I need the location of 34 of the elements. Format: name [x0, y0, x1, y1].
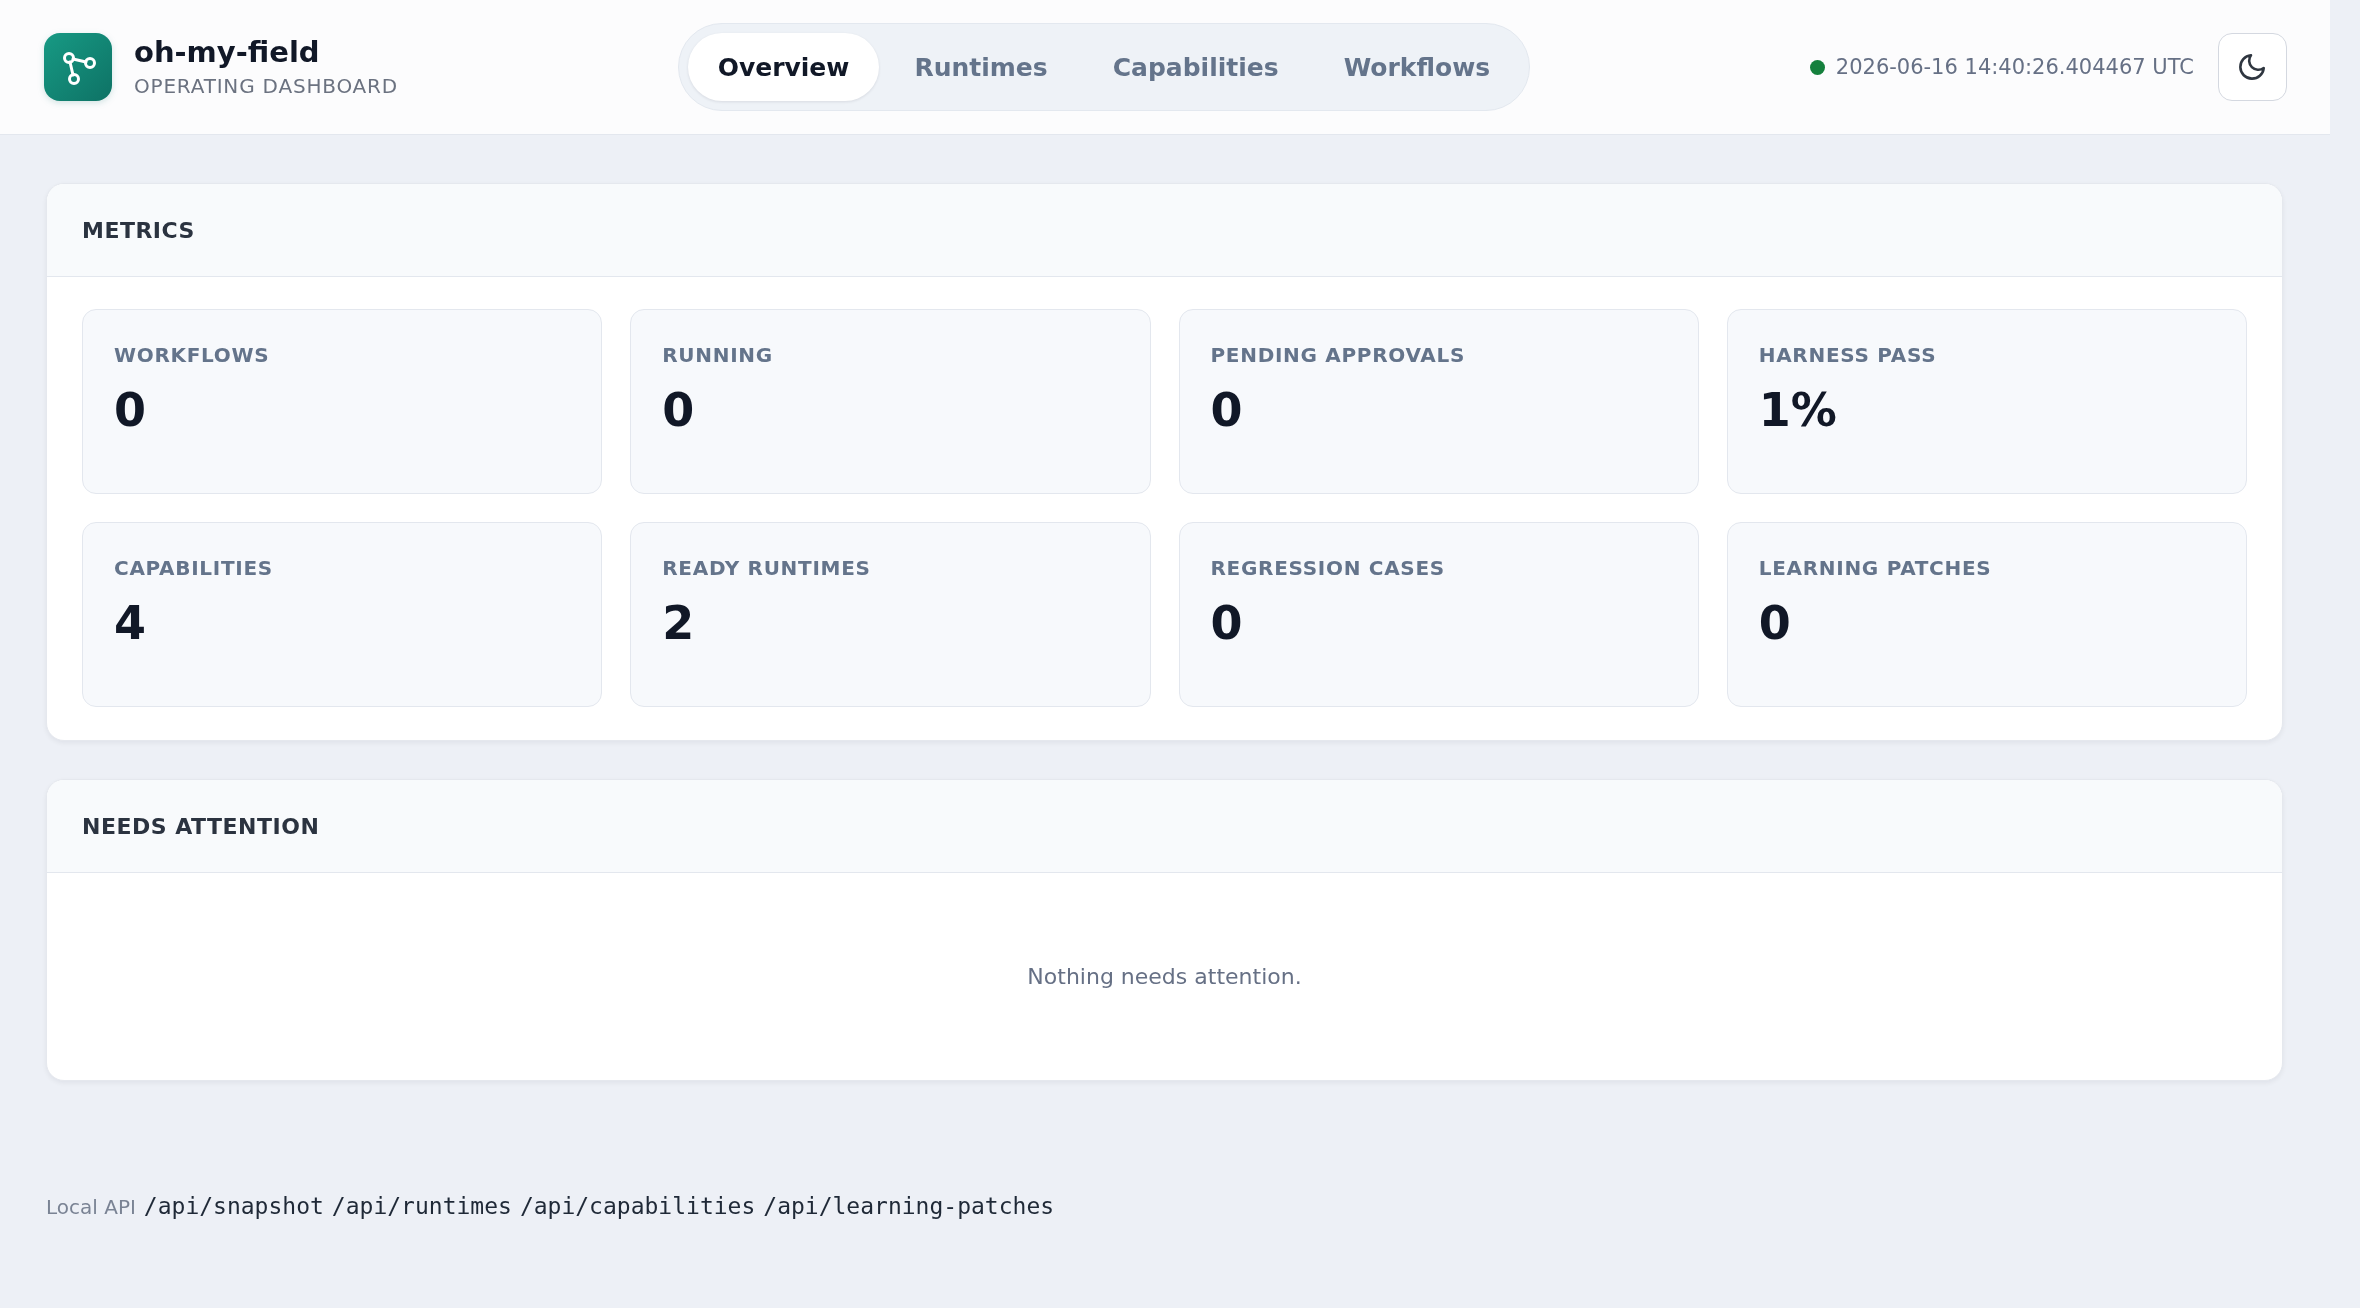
nav-tab[interactable]: Workflows — [1313, 33, 1521, 101]
metric-label: READY RUNTIMES — [662, 556, 871, 580]
app-subtitle: OPERATING DASHBOARD — [134, 73, 398, 98]
nav-tab[interactable]: Overview — [687, 33, 880, 101]
metric-label: WORKFLOWS — [114, 343, 270, 367]
api-path: /api/runtimes — [331, 1193, 512, 1219]
metric-label: REGRESSION CASES — [1210, 556, 1445, 580]
metric-value: 0 — [1210, 596, 1243, 652]
metric-value: 1% — [1758, 383, 1837, 439]
moon-icon — [2239, 54, 2266, 80]
panel-title: NEEDS ATTENTION — [82, 813, 320, 839]
nav-tab[interactable]: Runtimes — [884, 33, 1078, 101]
metric-value: 0 — [662, 383, 695, 439]
api-path: /api/snapshot — [143, 1193, 324, 1219]
metric-label: PENDING APPROVALS — [1210, 343, 1466, 367]
app-name: oh-my-field — [134, 36, 321, 70]
empty-message: Nothing needs attention. — [1027, 964, 1302, 989]
api-path: /api/learning-patches — [763, 1193, 1055, 1219]
footer-label: Local API — [46, 1195, 136, 1219]
node-graph-icon — [44, 33, 112, 101]
theme-toggle-button[interactable] — [2218, 33, 2287, 101]
metric-value: 0 — [114, 383, 146, 439]
metric-label: CAPABILITIES — [114, 556, 273, 580]
metric-value: 0 — [1758, 596, 1791, 652]
metric-label: LEARNING PATCHES — [1758, 556, 1992, 580]
panel-title: METRICS — [82, 217, 195, 243]
nav-tab[interactable]: Capabilities — [1082, 33, 1309, 101]
timestamp: 2026-06-16 14:40:26.404467 UTC — [1835, 55, 2194, 79]
metric-value: 2 — [662, 596, 695, 652]
metric-value: 4 — [114, 596, 146, 652]
api-path: /api/capabilities — [519, 1193, 756, 1219]
metric-value: 0 — [1210, 383, 1243, 439]
metric-label: RUNNING — [662, 343, 773, 367]
metric-label: HARNESS PASS — [1758, 343, 1937, 367]
